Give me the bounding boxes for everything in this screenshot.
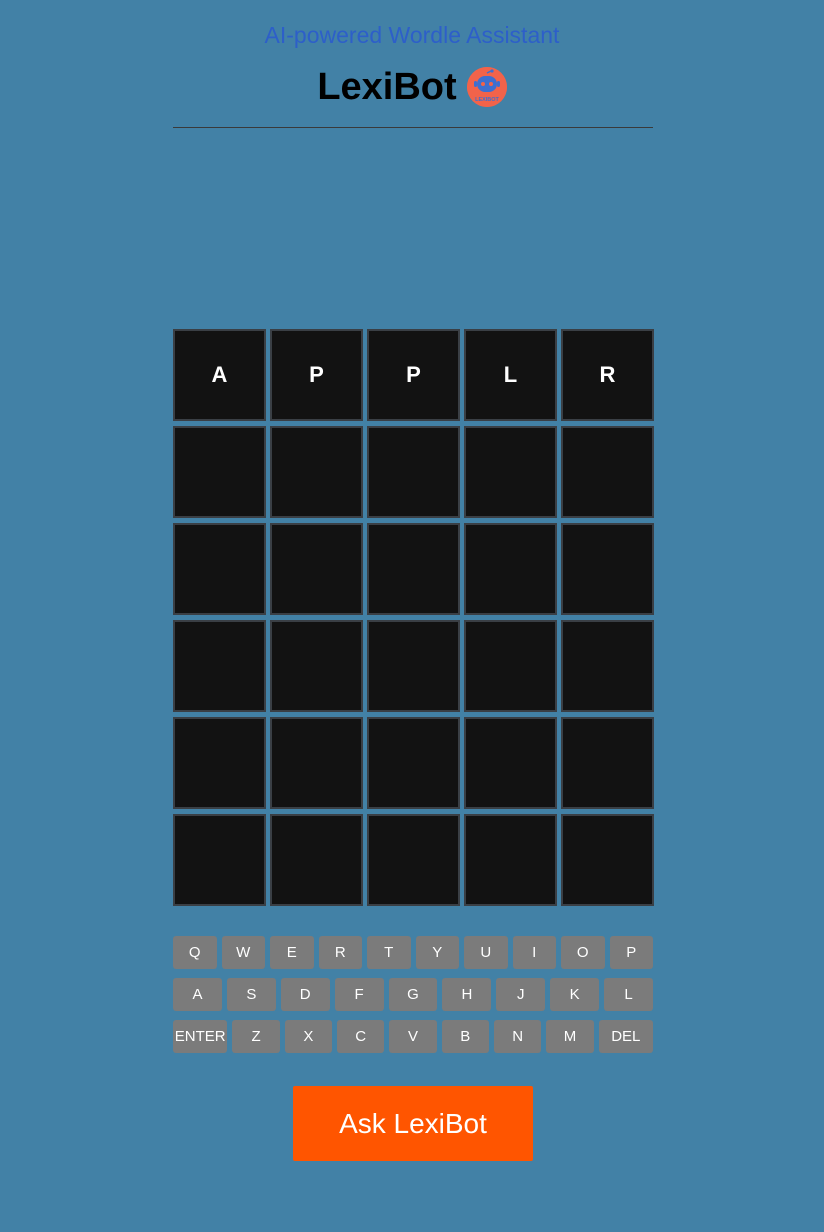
board-tile	[367, 717, 460, 809]
key-enter[interactable]: ENTER	[173, 1020, 228, 1053]
board-tile	[173, 814, 266, 906]
board-tile	[367, 620, 460, 712]
key-n[interactable]: N	[493, 1020, 542, 1053]
board-tile	[561, 717, 654, 809]
keyboard-row: QWERTYUIOP	[173, 936, 653, 969]
logo-text: LEXIBOT	[475, 97, 499, 103]
board-tile	[270, 620, 363, 712]
key-d[interactable]: D	[280, 978, 330, 1011]
keyboard-row: ENTER Z X C V B N M DEL	[173, 1020, 653, 1053]
board-tile: P	[270, 329, 363, 421]
board-tile	[464, 717, 557, 809]
key-s[interactable]: S	[226, 978, 276, 1011]
key-q[interactable]: Q	[173, 936, 217, 969]
key-h[interactable]: H	[442, 978, 492, 1011]
board-tile: P	[367, 329, 460, 421]
board-tile	[561, 426, 654, 518]
key-w[interactable]: W	[221, 936, 265, 969]
key-u[interactable]: U	[464, 936, 508, 969]
board-tile	[367, 814, 460, 906]
key-f[interactable]: F	[334, 978, 384, 1011]
on-screen-keyboard: Q W E R T Y U I O P A S D F G H J K L ENTER Z X C V B N M DEL	[173, 936, 654, 1062]
key-l[interactable]: L	[604, 978, 654, 1011]
board-tile	[464, 814, 557, 906]
board-tile	[561, 814, 654, 906]
key-y[interactable]: Y	[415, 936, 459, 969]
board-tile	[561, 620, 654, 712]
robot-logo-icon: LEXIBOT	[466, 66, 507, 107]
key-o[interactable]: O	[561, 936, 605, 969]
app-title: LexiBot	[317, 66, 457, 108]
key-v[interactable]: V	[389, 1020, 437, 1053]
keyboard-row: ASDFGHJKL	[173, 978, 654, 1011]
board-tile	[367, 523, 460, 615]
header-divider	[173, 127, 653, 128]
key-x[interactable]: X	[284, 1020, 333, 1053]
key-i[interactable]: I	[512, 936, 556, 969]
board-tile	[270, 717, 363, 809]
board-tile	[173, 717, 266, 809]
board-tile	[367, 426, 460, 518]
board-tile	[270, 426, 363, 518]
key-g[interactable]: G	[388, 978, 438, 1011]
board-tile: A	[173, 329, 266, 421]
board-tile	[464, 426, 557, 518]
board-tile: R	[561, 329, 654, 421]
game-board: APPLR	[173, 329, 654, 906]
key-e[interactable]: E	[270, 936, 314, 969]
ask-lexibot-button[interactable]: Ask LexiBot	[293, 1086, 533, 1161]
key-del[interactable]: DEL	[598, 1020, 653, 1053]
board-tile	[561, 523, 654, 615]
key-p[interactable]: P	[609, 936, 653, 969]
board-tile	[464, 523, 557, 615]
board-tile: L	[464, 329, 557, 421]
app-subtitle: AI-powered Wordle Assistant	[264, 22, 560, 48]
key-z[interactable]: Z	[232, 1020, 280, 1053]
key-b[interactable]: B	[441, 1020, 489, 1053]
key-m[interactable]: M	[546, 1020, 594, 1053]
board-tile	[464, 620, 557, 712]
key-a[interactable]: A	[173, 978, 222, 1011]
board-tile	[270, 814, 363, 906]
key-c[interactable]: C	[337, 1020, 385, 1053]
board-tile	[270, 523, 363, 615]
key-k[interactable]: K	[550, 978, 600, 1011]
board-tile	[173, 426, 266, 518]
board-tile	[173, 620, 266, 712]
key-r[interactable]: R	[318, 936, 362, 969]
key-t[interactable]: T	[367, 936, 411, 969]
board-tile	[173, 523, 266, 615]
key-j[interactable]: J	[496, 978, 546, 1011]
header: LexiBot LEXIBOT	[0, 66, 824, 109]
